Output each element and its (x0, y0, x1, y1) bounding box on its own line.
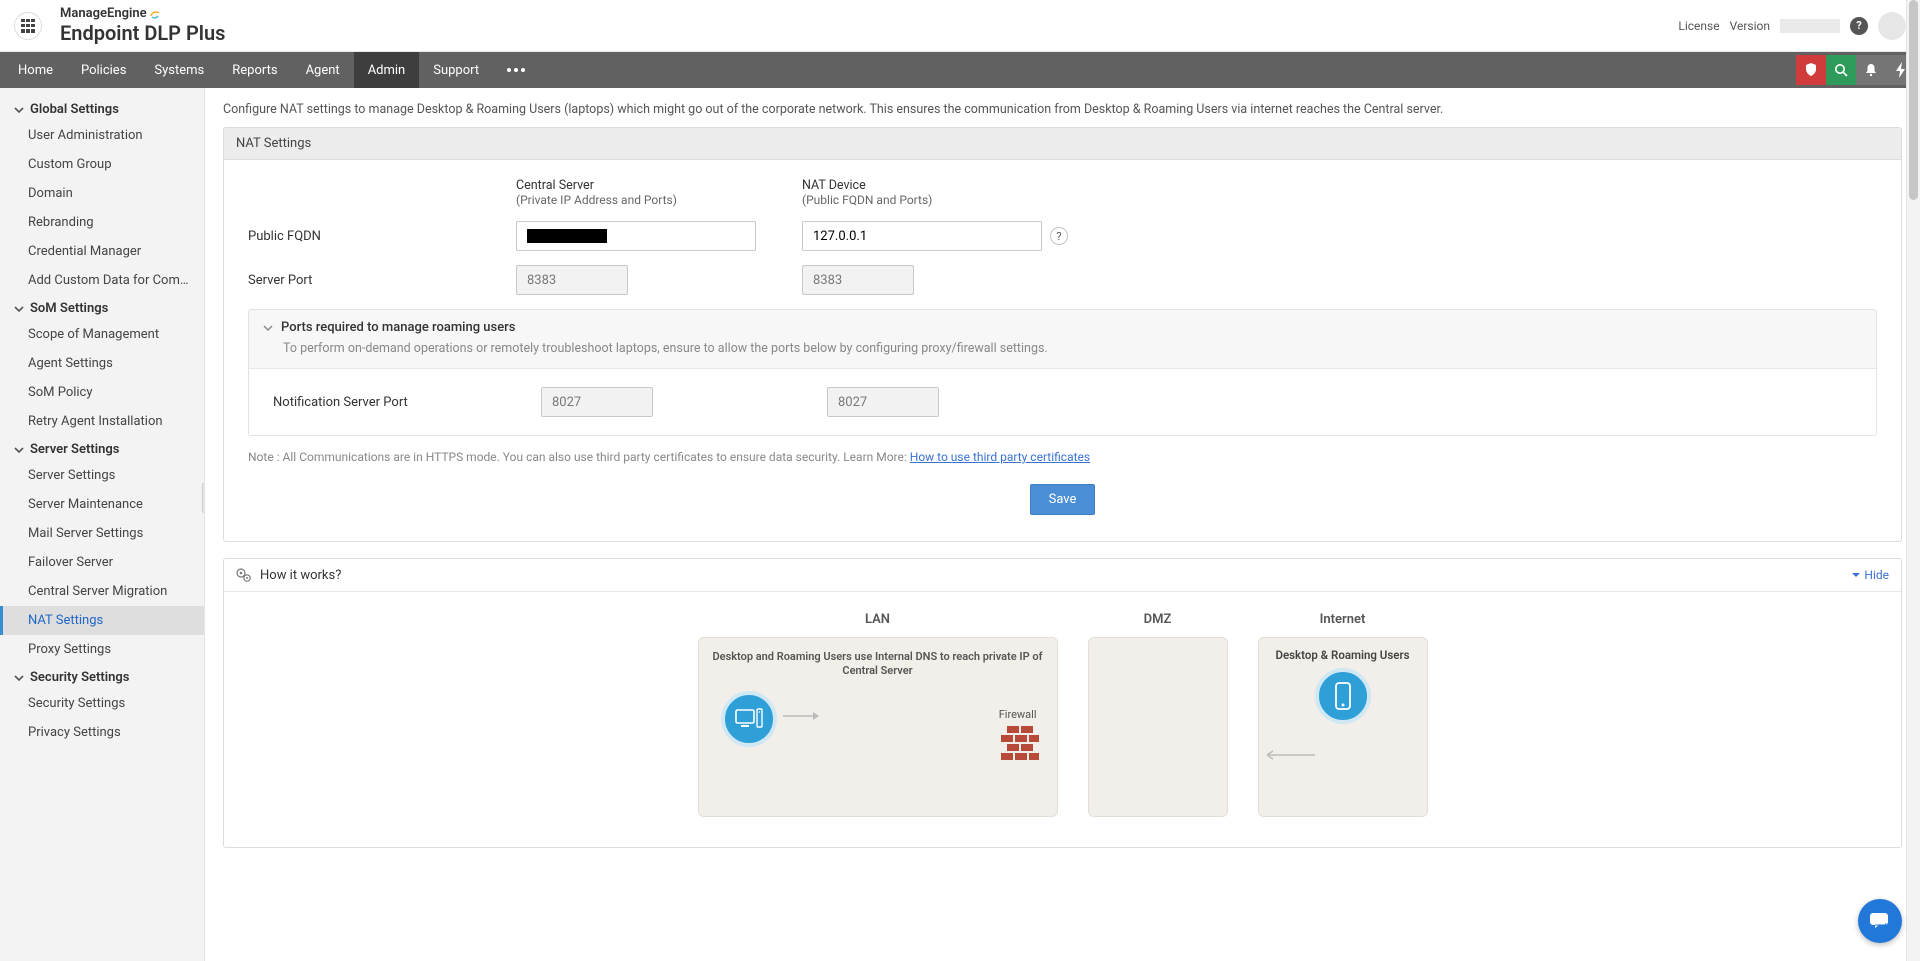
nav-support[interactable]: Support (419, 52, 493, 88)
product-name: Endpoint DLP Plus (60, 22, 225, 44)
chevron-down-icon (14, 445, 24, 455)
column-central-server: Central Server(Private IP Address and Po… (516, 178, 802, 207)
chevron-down-icon (263, 323, 273, 333)
firewall-icon (1007, 726, 1033, 764)
how-it-works-panel: How it works? Hide LAN Desktop and Roami… (223, 558, 1902, 848)
zone-dmz-title: DMZ (1088, 612, 1228, 627)
sidebar-section-security-settings[interactable]: Security Settings (0, 664, 204, 689)
notif-port-label: Notification Server Port (273, 395, 541, 410)
scrollbar-track[interactable] (1906, 0, 1920, 961)
apps-grid-icon (21, 19, 35, 33)
main-content: Configure NAT settings to manage Desktop… (205, 88, 1920, 961)
brand-swirl-icon (149, 8, 161, 20)
chat-fab-button[interactable] (1858, 899, 1902, 943)
scrollbar-thumb[interactable] (1909, 0, 1918, 200)
internet-description: Desktop & Roaming Users (1269, 648, 1417, 662)
central-notif-port-input (541, 387, 653, 417)
server-port-label: Server Port (248, 273, 516, 288)
topbar: ManageEngine Endpoint DLP Plus License V… (0, 0, 1920, 52)
sidebar-item-server-settings[interactable]: Server Settings (0, 461, 204, 490)
nat-fqdn-input[interactable] (802, 221, 1042, 251)
help-icon[interactable]: ? (1850, 17, 1868, 35)
chevron-down-icon (14, 105, 24, 115)
version-value-redacted (1780, 19, 1840, 33)
ports-section-toggle[interactable]: Ports required to manage roaming users (249, 310, 1876, 339)
page-intro: Configure NAT settings to manage Desktop… (223, 102, 1902, 117)
sidebar-item-proxy-settings[interactable]: Proxy Settings (0, 635, 204, 664)
desktop-icon (721, 691, 777, 747)
firewall-label: Firewall (999, 708, 1037, 721)
zone-internet-title: Internet (1258, 612, 1428, 627)
zone-lan-title: LAN (698, 612, 1058, 627)
triangle-down-icon (1852, 571, 1860, 579)
learn-more-link[interactable]: How to use third party certificates (910, 450, 1090, 464)
nav-systems[interactable]: Systems (140, 52, 218, 88)
nat-port-input[interactable] (802, 265, 914, 295)
chat-icon (1869, 910, 1891, 932)
howit-title: How it works? (260, 568, 341, 583)
column-nat-device: NAT Device(Public FQDN and Ports) (802, 178, 1088, 207)
public-fqdn-label: Public FQDN (248, 229, 516, 244)
user-avatar[interactable] (1878, 12, 1906, 40)
central-fqdn-input[interactable] (516, 221, 756, 251)
sidebar-item-som-policy[interactable]: SoM Policy (0, 378, 204, 407)
nav-home[interactable]: Home (4, 52, 67, 88)
sidebar-item-domain[interactable]: Domain (0, 179, 204, 208)
nav-admin[interactable]: Admin (354, 52, 420, 88)
sidebar-item-nat-settings[interactable]: NAT Settings (0, 606, 204, 635)
sidebar-section-server-settings[interactable]: Server Settings (0, 436, 204, 461)
notifications-icon[interactable] (1856, 55, 1886, 85)
license-link[interactable]: License (1678, 19, 1719, 33)
sidebar-item-server-maintenance[interactable]: Server Maintenance (0, 490, 204, 519)
nav-policies[interactable]: Policies (67, 52, 140, 88)
sidebar-item-privacy-settings[interactable]: Privacy Settings (0, 718, 204, 747)
redacted-value (527, 229, 607, 243)
sidebar-item-scope-of-management[interactable]: Scope of Management (0, 320, 204, 349)
zone-dmz (1088, 637, 1228, 817)
search-icon[interactable] (1826, 55, 1856, 85)
security-shield-icon[interactable] (1796, 55, 1826, 85)
sidebar-item-user-administration[interactable]: User Administration (0, 121, 204, 150)
chevron-down-icon (14, 304, 24, 314)
chevron-down-icon (14, 673, 24, 683)
brand-top: ManageEngine (60, 7, 147, 21)
sidebar-item-security-settings[interactable]: Security Settings (0, 689, 204, 718)
sidebar-section-global-settings[interactable]: Global Settings (0, 96, 204, 121)
main-nav: HomePoliciesSystemsReportsAgentAdminSupp… (0, 52, 1920, 88)
zone-lan: Desktop and Roaming Users use Internal D… (698, 637, 1058, 817)
gear-info-icon (236, 567, 252, 583)
https-note: Note : All Communications are in HTTPS m… (248, 450, 1877, 464)
sidebar-item-custom-group[interactable]: Custom Group (0, 150, 204, 179)
fqdn-help-icon[interactable]: ? (1050, 227, 1068, 245)
zone-internet: Desktop & Roaming Users (1258, 637, 1428, 817)
nav-more-button[interactable] (493, 68, 539, 72)
nat-notif-port-input[interactable] (827, 387, 939, 417)
sidebar-item-central-server-migration[interactable]: Central Server Migration (0, 577, 204, 606)
mobile-device-icon (1315, 668, 1371, 724)
sidebar-item-add-custom-data-for-comput[interactable]: Add Custom Data for Comput... (0, 266, 204, 295)
save-button[interactable]: Save (1030, 484, 1096, 515)
sidebar-item-mail-server-settings[interactable]: Mail Server Settings (0, 519, 204, 548)
panel-title: NAT Settings (224, 128, 1901, 160)
sidebar-item-retry-agent-installation[interactable]: Retry Agent Installation (0, 407, 204, 436)
nav-reports[interactable]: Reports (218, 52, 291, 88)
network-diagram: LAN Desktop and Roaming Users use Intern… (224, 592, 1901, 847)
ports-section-desc: To perform on-demand operations or remot… (249, 339, 1876, 369)
brand: ManageEngine Endpoint DLP Plus (60, 7, 225, 43)
sidebar-section-som-settings[interactable]: SoM Settings (0, 295, 204, 320)
sidebar-item-agent-settings[interactable]: Agent Settings (0, 349, 204, 378)
sidebar: Global SettingsUser AdministrationCustom… (0, 88, 205, 961)
version-label: Version (1730, 19, 1770, 33)
hide-toggle[interactable]: Hide (1852, 568, 1889, 582)
central-port-input (516, 265, 628, 295)
lan-description: Desktop and Roaming Users use Internal D… (711, 650, 1045, 679)
sidebar-item-credential-manager[interactable]: Credential Manager (0, 237, 204, 266)
apps-launcher-button[interactable] (14, 12, 42, 40)
nat-settings-panel: NAT Settings Central Server(Private IP A… (223, 127, 1902, 542)
sidebar-item-rebranding[interactable]: Rebranding (0, 208, 204, 237)
ports-required-panel: Ports required to manage roaming users T… (248, 309, 1877, 436)
nav-agent[interactable]: Agent (292, 52, 354, 88)
sidebar-item-failover-server[interactable]: Failover Server (0, 548, 204, 577)
